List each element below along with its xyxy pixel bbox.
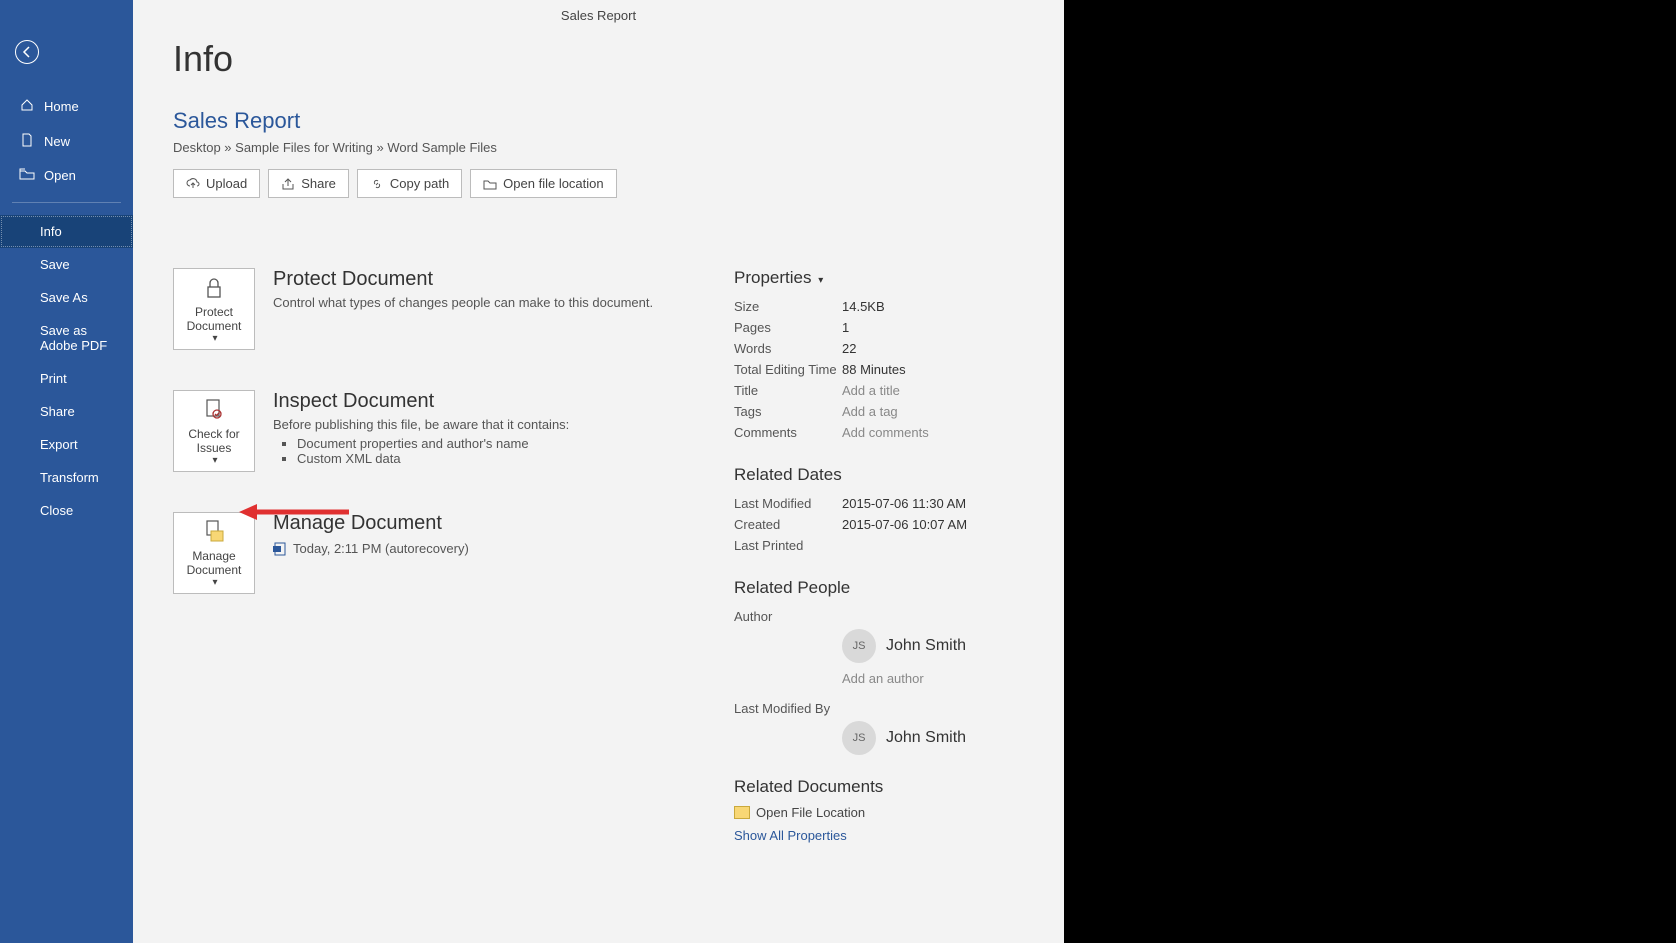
avatar: JS <box>842 721 876 755</box>
open-file-location-link[interactable]: Open File Location <box>734 805 1024 820</box>
copy-path-button[interactable]: Copy path <box>357 169 462 198</box>
share-button[interactable]: Share <box>268 169 349 198</box>
sidebar-label: New <box>44 134 70 149</box>
sidebar-item-info[interactable]: Info <box>0 215 133 248</box>
prop-label: Size <box>734 299 842 314</box>
sidebar-label: Home <box>44 99 79 114</box>
home-icon <box>18 98 36 115</box>
upload-icon <box>186 177 200 191</box>
prop-tags-input[interactable]: Add a tag <box>842 404 898 419</box>
sidebar-item-export[interactable]: Export <box>0 428 133 461</box>
prop-label: Words <box>734 341 842 356</box>
prop-value-last-modified: 2015-07-06 11:30 AM <box>842 496 966 511</box>
issue-item: Document properties and author's name <box>297 436 569 451</box>
prop-value-edit-time: 88 Minutes <box>842 362 906 377</box>
prop-value-created: 2015-07-06 10:07 AM <box>842 517 967 532</box>
sidebar-item-share[interactable]: Share <box>0 395 133 428</box>
titlebar-document-name: Sales Report <box>133 8 1064 23</box>
related-documents-heading: Related Documents <box>734 777 1024 797</box>
backstage-view: Home New Open Info Save Save As Save as … <box>0 0 1064 943</box>
prop-label: Last Modified By <box>734 701 842 716</box>
prop-label: Created <box>734 517 842 532</box>
document-icon <box>18 133 36 150</box>
sidebar-divider <box>12 202 121 203</box>
prop-label: Last Modified <box>734 496 842 511</box>
section-title: Inspect Document <box>273 390 569 413</box>
document-title: Sales Report <box>173 108 1024 134</box>
sidebar-item-save[interactable]: Save <box>0 248 133 281</box>
autorecover-version[interactable]: Today, 2:11 PM (autorecovery) <box>273 541 469 556</box>
inspect-document-section: Check for Issues▾ Inspect Document Befor… <box>173 390 714 472</box>
document-folder-icon <box>201 519 227 545</box>
word-doc-icon <box>273 542 287 556</box>
folder-icon <box>483 178 497 190</box>
modified-by-name: John Smith <box>886 729 966 747</box>
page-heading: Info <box>173 38 1024 80</box>
issue-item: Custom XML data <box>297 451 569 466</box>
chevron-down-icon: ▾ <box>212 333 217 344</box>
prop-label: Tags <box>734 404 842 419</box>
open-file-location-button[interactable]: Open file location <box>470 169 616 198</box>
properties-heading[interactable]: Properties ▾ <box>734 268 1024 288</box>
section-desc: Control what types of changes people can… <box>273 295 653 310</box>
chevron-down-icon: ▾ <box>212 577 217 588</box>
chevron-down-icon: ▾ <box>212 455 217 466</box>
prop-value-words: 22 <box>842 341 856 356</box>
prop-comments-input[interactable]: Add comments <box>842 425 929 440</box>
sidebar-item-open[interactable]: Open <box>0 159 133 192</box>
check-for-issues-button[interactable]: Check for Issues▾ <box>173 390 255 472</box>
sidebar-item-home[interactable]: Home <box>0 89 133 124</box>
prop-label: Author <box>734 609 842 624</box>
breadcrumb-path: Desktop » Sample Files for Writing » Wor… <box>173 140 1024 155</box>
related-people-heading: Related People <box>734 578 1024 598</box>
arrow-left-icon <box>20 45 34 59</box>
inspect-icon <box>201 397 227 423</box>
author-person[interactable]: JS John Smith <box>842 629 1024 663</box>
properties-panel: Properties ▾ Size14.5KB Pages1 Words22 T… <box>734 268 1024 843</box>
prop-label: Last Printed <box>734 538 842 553</box>
prop-label: Title <box>734 383 842 398</box>
main-content: Sales Report Info Sales Report Desktop »… <box>133 0 1064 943</box>
section-desc: Before publishing this file, be aware th… <box>273 417 569 432</box>
protect-document-section: Protect Document▾ Protect Document Contr… <box>173 268 714 350</box>
prop-value-size: 14.5KB <box>842 299 885 314</box>
prop-value-pages: 1 <box>842 320 849 335</box>
folder-open-icon <box>18 168 36 183</box>
section-title: Protect Document <box>273 268 653 291</box>
modified-by-person[interactable]: JS John Smith <box>842 721 1024 755</box>
sidebar: Home New Open Info Save Save As Save as … <box>0 0 133 943</box>
manage-document-button[interactable]: Manage Document▾ <box>173 512 255 594</box>
protect-document-button[interactable]: Protect Document▾ <box>173 268 255 350</box>
prop-label: Total Editing Time <box>734 362 842 377</box>
sidebar-item-transform[interactable]: Transform <box>0 461 133 494</box>
issues-list: Document properties and author's name Cu… <box>273 436 569 466</box>
sidebar-item-new[interactable]: New <box>0 124 133 159</box>
section-title: Manage Document <box>273 512 469 535</box>
sidebar-item-save-adobe[interactable]: Save as Adobe PDF <box>0 314 133 362</box>
prop-label: Pages <box>734 320 842 335</box>
folder-icon <box>734 806 750 819</box>
prop-title-input[interactable]: Add a title <box>842 383 900 398</box>
add-author-link[interactable]: Add an author <box>842 671 1024 686</box>
related-dates-heading: Related Dates <box>734 465 1024 485</box>
sidebar-label: Open <box>44 168 76 183</box>
upload-button[interactable]: Upload <box>173 169 260 198</box>
link-icon <box>370 177 384 191</box>
chevron-down-icon: ▾ <box>818 275 823 286</box>
author-name: John Smith <box>886 637 966 655</box>
sidebar-item-close[interactable]: Close <box>0 494 133 527</box>
manage-document-section: Manage Document▾ Manage Document Today, … <box>173 512 714 594</box>
sidebar-item-save-as[interactable]: Save As <box>0 281 133 314</box>
share-icon <box>281 177 295 191</box>
avatar: JS <box>842 629 876 663</box>
show-all-properties-link[interactable]: Show All Properties <box>734 828 1024 843</box>
prop-label: Comments <box>734 425 842 440</box>
back-button[interactable] <box>15 40 39 64</box>
lock-icon <box>201 275 227 301</box>
sidebar-item-print[interactable]: Print <box>0 362 133 395</box>
action-buttons: Upload Share Copy path Open file locatio… <box>173 169 1024 198</box>
